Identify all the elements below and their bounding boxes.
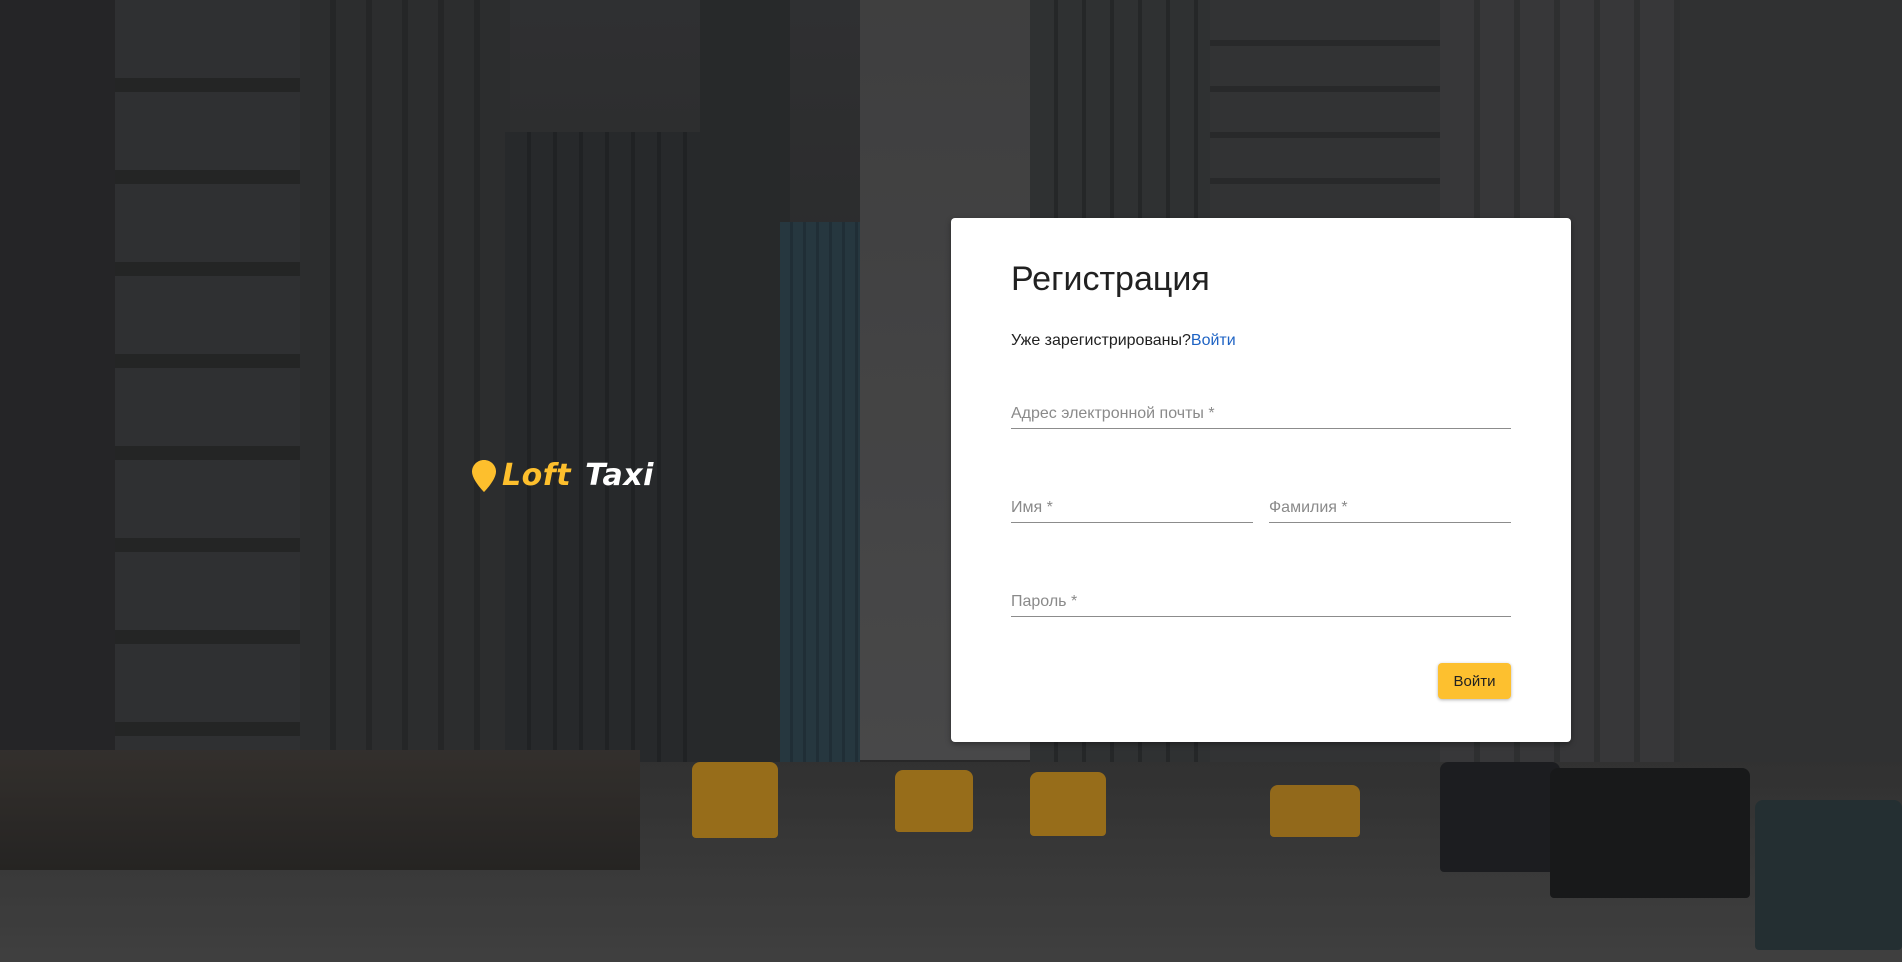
last-name-field[interactable] <box>1269 494 1511 522</box>
logo-word-taxi: Taxi <box>585 458 654 493</box>
already-registered-text: Уже зарегистрированы?Войти <box>1011 332 1236 350</box>
logo-word-loft: Loft <box>502 458 572 493</box>
password-field-wrapper <box>1011 588 1511 617</box>
submit-button[interactable]: Войти <box>1438 663 1511 699</box>
map-pin-icon <box>472 459 496 492</box>
page-title: Регистрация <box>1011 260 1210 298</box>
login-link[interactable]: Войти <box>1191 332 1236 349</box>
first-name-field-wrapper <box>1011 494 1253 523</box>
last-name-field-wrapper <box>1269 494 1511 523</box>
login-page: Loft Taxi Регистрация Уже зарегистрирова… <box>0 0 1902 962</box>
first-name-field[interactable] <box>1011 494 1253 522</box>
already-registered-label: Уже зарегистрированы? <box>1011 332 1191 349</box>
registration-card: Регистрация Уже зарегистрированы?Войти В… <box>951 218 1571 742</box>
email-field-wrapper <box>1011 400 1511 429</box>
password-field[interactable] <box>1011 588 1511 616</box>
logo: Loft Taxi <box>472 458 654 493</box>
email-field[interactable] <box>1011 400 1511 428</box>
